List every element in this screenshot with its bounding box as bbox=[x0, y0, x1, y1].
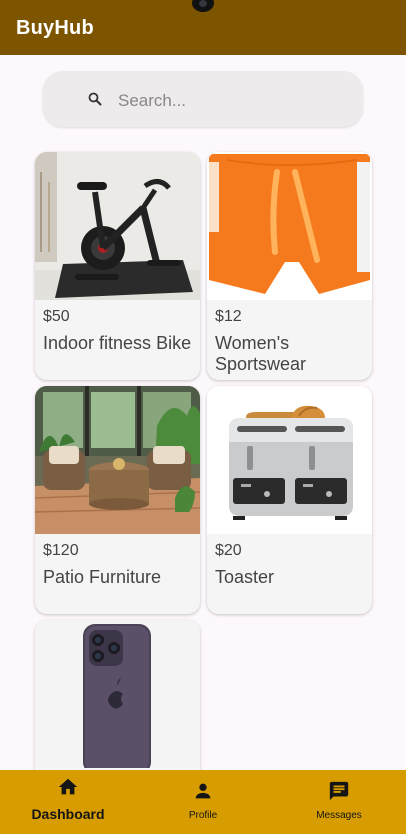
person-icon bbox=[195, 783, 211, 799]
product-price: $50 bbox=[43, 308, 70, 325]
product-card[interactable]: $20 Toaster bbox=[207, 386, 372, 614]
nav-label: Profile bbox=[188, 810, 218, 821]
product-image-phone bbox=[35, 620, 200, 768]
search-input[interactable]: Search... bbox=[118, 91, 186, 111]
product-name: Patio Furniture bbox=[43, 567, 162, 587]
nav-label: Messages bbox=[316, 810, 362, 821]
product-card[interactable]: $120 Patio Furniture bbox=[35, 386, 200, 614]
product-name: Women's Sportswear bbox=[215, 333, 307, 374]
nav-item-messages[interactable]: Messages bbox=[298, 770, 380, 834]
product-name: Toaster bbox=[215, 567, 275, 587]
app-title: BuyHub bbox=[16, 17, 94, 39]
search-bar[interactable]: Search... bbox=[43, 71, 363, 127]
bottom-navigation: Dashboard Profile Messages bbox=[0, 770, 406, 834]
nav-label: Dashboard bbox=[31, 806, 105, 822]
product-price: $12 bbox=[215, 308, 242, 325]
nav-item-profile[interactable]: Profile bbox=[163, 770, 243, 834]
product-image-toaster bbox=[207, 386, 372, 534]
nav-item-dashboard[interactable]: Dashboard bbox=[16, 770, 120, 834]
product-image-fitness-bike bbox=[35, 152, 200, 300]
product-price: $20 bbox=[215, 542, 242, 559]
product-card[interactable]: $12 Women's Sportswear bbox=[207, 152, 372, 380]
product-image-patio-furniture bbox=[35, 386, 200, 534]
product-name: Indoor fitness Bike bbox=[43, 333, 192, 353]
search-icon bbox=[88, 92, 102, 106]
product-card[interactable]: $50 Indoor fitness Bike bbox=[35, 152, 200, 380]
app-bar: BuyHub bbox=[0, 0, 406, 55]
message-icon bbox=[329, 781, 349, 801]
home-icon bbox=[58, 778, 78, 795]
camera-cutout bbox=[192, 0, 214, 12]
app-root: BuyHub Search... $50 Indoor fitness Bike… bbox=[0, 0, 406, 834]
product-image-sportswear bbox=[207, 152, 372, 300]
product-price: $120 bbox=[43, 542, 79, 559]
